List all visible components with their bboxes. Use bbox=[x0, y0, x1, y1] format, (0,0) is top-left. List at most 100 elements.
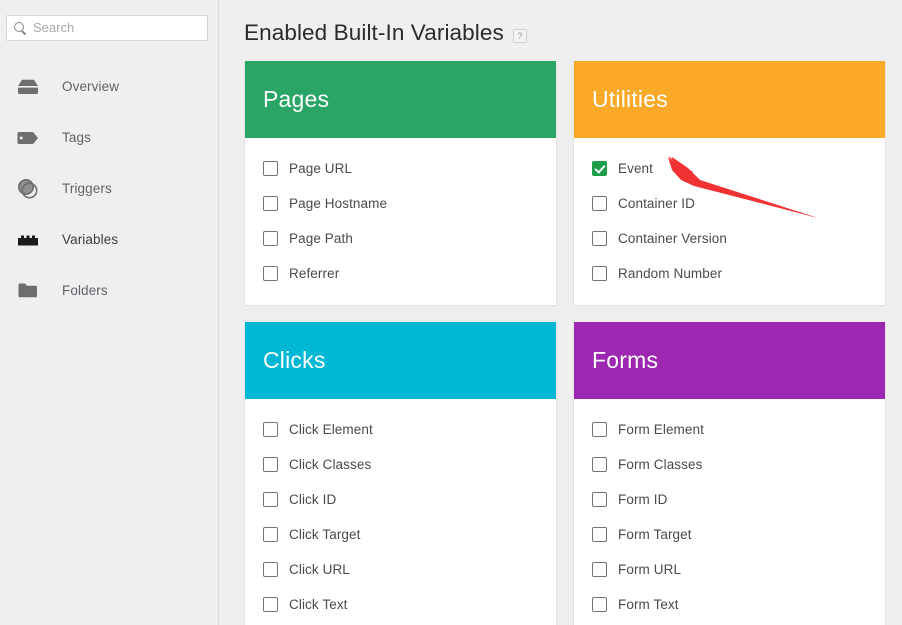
sidebar-item-triggers[interactable]: Triggers bbox=[0, 172, 218, 205]
checkbox-unchecked-icon[interactable] bbox=[263, 597, 278, 612]
option-row[interactable]: Form Text bbox=[574, 587, 885, 622]
sidebar-item-label: Folders bbox=[62, 283, 108, 298]
checkbox-unchecked-icon[interactable] bbox=[263, 266, 278, 281]
card-body: Event Container ID Container Version Ran… bbox=[574, 138, 885, 305]
option-label: Page URL bbox=[289, 161, 353, 176]
card-body: Click Element Click Classes Click ID Cli… bbox=[245, 399, 556, 625]
option-label: Container Version bbox=[618, 231, 728, 246]
folder-icon bbox=[16, 280, 40, 302]
sidebar-item-label: Triggers bbox=[62, 181, 112, 196]
option-label: Click Element bbox=[289, 422, 373, 437]
card-body: Form Element Form Classes Form ID Form T… bbox=[574, 399, 885, 625]
option-row[interactable]: Click Target bbox=[245, 517, 556, 552]
search-box[interactable] bbox=[6, 15, 208, 41]
checkbox-unchecked-icon[interactable] bbox=[592, 231, 607, 246]
option-label: Form Element bbox=[618, 422, 704, 437]
option-label: Click URL bbox=[289, 562, 350, 577]
card-forms: Forms Form Element Form Classes Form ID bbox=[573, 322, 886, 625]
search-icon bbox=[13, 21, 27, 35]
option-label: Form Target bbox=[618, 527, 692, 542]
option-label: Random Number bbox=[618, 266, 723, 281]
checkbox-unchecked-icon[interactable] bbox=[263, 161, 278, 176]
sidebar-nav: Overview Tags Triggers Variables Folders bbox=[0, 70, 218, 307]
card-title: Clicks bbox=[263, 347, 326, 373]
sidebar-item-variables[interactable]: Variables bbox=[0, 223, 218, 256]
main-content: Enabled Built-In Variables ? Pages Page … bbox=[219, 0, 902, 625]
sidebar-item-folders[interactable]: Folders bbox=[0, 274, 218, 307]
option-label: Form URL bbox=[618, 562, 682, 577]
sidebar: Overview Tags bbox=[0, 0, 219, 625]
card-title: Pages bbox=[263, 86, 330, 112]
checkbox-unchecked-icon[interactable] bbox=[592, 597, 607, 612]
sidebar-item-label: Variables bbox=[62, 232, 119, 247]
checkbox-unchecked-icon[interactable] bbox=[263, 457, 278, 472]
option-label: Form Classes bbox=[618, 457, 703, 472]
option-label: Form Text bbox=[618, 597, 679, 612]
search-input[interactable] bbox=[33, 18, 201, 38]
variable-category-grid: Pages Page URL Page Hostname Page Path R… bbox=[244, 61, 886, 625]
checkbox-unchecked-icon[interactable] bbox=[592, 527, 607, 542]
page-title: Enabled Built-In Variables bbox=[244, 20, 504, 45]
checkbox-unchecked-icon[interactable] bbox=[263, 492, 278, 507]
tag-icon bbox=[16, 127, 40, 149]
option-row[interactable]: Container Version bbox=[574, 221, 885, 256]
sidebar-item-label: Overview bbox=[62, 79, 120, 94]
option-label: Referrer bbox=[289, 266, 340, 281]
app-root: Overview Tags bbox=[0, 0, 902, 625]
checkbox-checked-icon[interactable] bbox=[592, 161, 607, 176]
option-row[interactable]: Click Element bbox=[245, 412, 556, 447]
inbox-icon bbox=[16, 76, 40, 98]
checkbox-unchecked-icon[interactable] bbox=[592, 422, 607, 437]
checkbox-unchecked-icon[interactable] bbox=[592, 562, 607, 577]
option-row[interactable]: Click URL bbox=[245, 552, 556, 587]
checkbox-unchecked-icon[interactable] bbox=[592, 457, 607, 472]
option-row-event[interactable]: Event bbox=[574, 151, 885, 186]
option-row[interactable]: Form Target bbox=[574, 517, 885, 552]
card-title: Utilities bbox=[592, 86, 668, 112]
option-row[interactable]: Form Classes bbox=[574, 447, 885, 482]
checkbox-unchecked-icon[interactable] bbox=[263, 231, 278, 246]
option-row[interactable]: Page Hostname bbox=[245, 186, 556, 221]
blocks-icon bbox=[16, 229, 40, 251]
option-label: Container ID bbox=[618, 196, 695, 211]
card-clicks: Clicks Click Element Click Classes Click… bbox=[244, 322, 557, 625]
option-row[interactable]: Page Path bbox=[245, 221, 556, 256]
card-header: Utilities bbox=[574, 61, 885, 138]
help-icon[interactable]: ? bbox=[512, 29, 527, 43]
checkbox-unchecked-icon[interactable] bbox=[263, 422, 278, 437]
option-row[interactable]: Form Element bbox=[574, 412, 885, 447]
card-header: Clicks bbox=[245, 322, 556, 399]
option-row[interactable]: Form URL bbox=[574, 552, 885, 587]
page-header: Enabled Built-In Variables ? bbox=[244, 14, 886, 52]
card-utilities: Utilities Event Container ID Container V… bbox=[573, 61, 886, 306]
checkbox-unchecked-icon[interactable] bbox=[592, 196, 607, 211]
option-row[interactable]: Click Text bbox=[245, 587, 556, 622]
checkbox-unchecked-icon[interactable] bbox=[263, 196, 278, 211]
option-row[interactable]: Form ID bbox=[574, 482, 885, 517]
sidebar-item-label: Tags bbox=[62, 130, 91, 145]
checkbox-unchecked-icon[interactable] bbox=[263, 562, 278, 577]
option-row[interactable]: Referrer bbox=[245, 256, 556, 291]
option-row[interactable]: Click Classes bbox=[245, 447, 556, 482]
card-header: Pages bbox=[245, 61, 556, 138]
option-label: Click Classes bbox=[289, 457, 372, 472]
triggers-icon bbox=[16, 178, 40, 200]
option-row[interactable]: Container ID bbox=[574, 186, 885, 221]
sidebar-item-tags[interactable]: Tags bbox=[0, 121, 218, 154]
card-body: Page URL Page Hostname Page Path Referre… bbox=[245, 138, 556, 305]
card-pages: Pages Page URL Page Hostname Page Path R… bbox=[244, 61, 557, 306]
checkbox-unchecked-icon[interactable] bbox=[592, 266, 607, 281]
card-header: Forms bbox=[574, 322, 885, 399]
sidebar-item-overview[interactable]: Overview bbox=[0, 70, 218, 103]
option-label: Page Path bbox=[289, 231, 353, 246]
option-label: Form ID bbox=[618, 492, 668, 507]
checkbox-unchecked-icon[interactable] bbox=[263, 527, 278, 542]
option-label: Click ID bbox=[289, 492, 337, 507]
card-title: Forms bbox=[592, 347, 659, 373]
option-label: Event bbox=[618, 161, 654, 176]
option-row[interactable]: Click ID bbox=[245, 482, 556, 517]
option-label: Page Hostname bbox=[289, 196, 388, 211]
checkbox-unchecked-icon[interactable] bbox=[592, 492, 607, 507]
option-row[interactable]: Page URL bbox=[245, 151, 556, 186]
option-row[interactable]: Random Number bbox=[574, 256, 885, 291]
